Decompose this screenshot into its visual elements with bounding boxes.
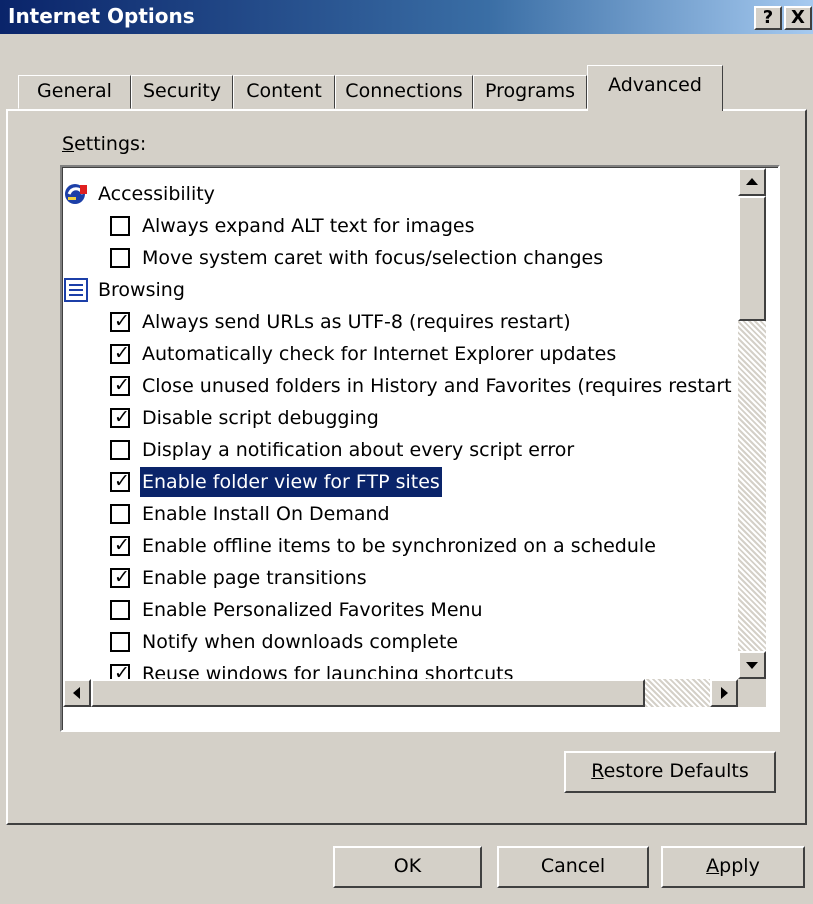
help-button[interactable]: ? bbox=[754, 6, 782, 30]
scroll-down-button[interactable] bbox=[738, 651, 766, 679]
arrow-down-icon bbox=[746, 662, 758, 669]
option-label: Enable Personalized Favorites Menu bbox=[142, 599, 483, 621]
close-button[interactable]: X bbox=[784, 6, 812, 30]
category-label: Accessibility bbox=[98, 183, 215, 205]
option-label: Always send URLs as UTF-8 (requires rest… bbox=[142, 311, 571, 333]
tab-label: Connections bbox=[345, 80, 463, 102]
checkmark-icon: ✓ bbox=[114, 534, 130, 556]
option-row[interactable]: Enable Install On Demand bbox=[62, 499, 742, 529]
arrow-right-icon bbox=[721, 687, 728, 699]
settings-label: Settings: bbox=[62, 133, 147, 155]
checkbox-folder-view-ftp[interactable]: ✓ bbox=[110, 470, 130, 492]
checkbox-page-transitions[interactable]: ✓ bbox=[110, 566, 130, 588]
vertical-scroll-thumb[interactable] bbox=[738, 196, 766, 321]
window-title: Internet Options bbox=[8, 4, 195, 28]
option-label: Enable page transitions bbox=[142, 567, 367, 589]
option-row[interactable]: ✓ Automatically check for Internet Explo… bbox=[62, 339, 742, 369]
apply-button[interactable]: Apply bbox=[661, 846, 805, 888]
option-label: Enable offline items to be synchronized … bbox=[142, 535, 656, 557]
checkbox-move-system-caret[interactable] bbox=[110, 248, 130, 268]
tab-advanced[interactable]: Advanced bbox=[587, 65, 723, 111]
tab-content[interactable]: Content bbox=[233, 75, 335, 109]
checkmark-icon: ✓ bbox=[114, 406, 130, 428]
checkbox-personalized-favorites[interactable] bbox=[110, 600, 130, 620]
arrow-left-icon bbox=[73, 687, 80, 699]
category-accessibility: Accessibility bbox=[62, 179, 742, 209]
scroll-up-button[interactable] bbox=[738, 168, 766, 196]
tab-label: Advanced bbox=[608, 74, 702, 96]
option-row[interactable]: Display a notification about every scrip… bbox=[62, 435, 742, 465]
checkbox-check-ie-updates[interactable]: ✓ bbox=[110, 342, 130, 364]
option-label: Enable Install On Demand bbox=[142, 503, 390, 525]
checkbox-send-urls-utf8[interactable]: ✓ bbox=[110, 310, 130, 332]
restore-defaults-button[interactable]: Restore Defaults bbox=[564, 751, 776, 793]
option-label: Automatically check for Internet Explore… bbox=[142, 343, 617, 365]
tab-connections[interactable]: Connections bbox=[335, 75, 473, 109]
option-row[interactable]: ✓ Always send URLs as UTF-8 (requires re… bbox=[62, 307, 742, 337]
category-label: Browsing bbox=[98, 279, 185, 301]
checkbox-script-error-notification[interactable] bbox=[110, 440, 130, 460]
option-label: Notify when downloads complete bbox=[142, 631, 459, 653]
option-label: Disable script debugging bbox=[142, 407, 379, 429]
option-label: Always expand ALT text for images bbox=[142, 215, 475, 237]
scroll-left-button[interactable] bbox=[63, 679, 91, 707]
checkmark-icon: ✓ bbox=[114, 470, 130, 492]
tab-general[interactable]: General bbox=[18, 75, 131, 109]
option-row[interactable]: ✓ Enable offline items to be synchronize… bbox=[62, 531, 742, 561]
tab-label: Content bbox=[246, 80, 322, 102]
tab-label: Programs bbox=[484, 80, 576, 102]
horizontal-scroll-thumb[interactable] bbox=[91, 679, 645, 707]
checkmark-icon: ✓ bbox=[114, 310, 130, 332]
option-label-selected: Enable folder view for FTP sites bbox=[139, 466, 443, 498]
tab-security[interactable]: Security bbox=[131, 75, 233, 109]
checkbox-always-expand-alt[interactable] bbox=[110, 216, 130, 236]
scrollbar-corner bbox=[738, 679, 766, 707]
tab-label: General bbox=[37, 80, 112, 102]
option-row[interactable]: Enable Personalized Favorites Menu bbox=[62, 595, 742, 625]
tab-programs[interactable]: Programs bbox=[473, 75, 587, 109]
checkbox-close-unused-folders[interactable]: ✓ bbox=[110, 374, 130, 396]
arrow-up-icon bbox=[746, 178, 758, 185]
checkbox-install-on-demand[interactable] bbox=[110, 504, 130, 524]
option-row[interactable]: ✓ Close unused folders in History and Fa… bbox=[62, 371, 742, 401]
cancel-button[interactable]: Cancel bbox=[497, 846, 649, 888]
accessibility-icon bbox=[65, 184, 87, 204]
category-browsing: Browsing bbox=[62, 275, 742, 305]
option-label: Display a notification about every scrip… bbox=[142, 439, 575, 461]
title-bar[interactable]: Internet Options ? X bbox=[0, 0, 813, 34]
tab-label: Security bbox=[142, 80, 222, 102]
option-row[interactable]: ✓ Disable script debugging bbox=[62, 403, 742, 433]
option-row[interactable]: Always expand ALT text for images bbox=[62, 211, 742, 241]
settings-list[interactable]: Accessibility Always expand ALT text for… bbox=[60, 165, 780, 732]
checkmark-icon: ✓ bbox=[114, 566, 130, 588]
ok-button[interactable]: OK bbox=[333, 846, 482, 888]
checkbox-offline-items-sync[interactable]: ✓ bbox=[110, 534, 130, 556]
checkmark-icon: ✓ bbox=[114, 342, 130, 364]
help-icon: ? bbox=[762, 7, 774, 28]
browsing-icon bbox=[64, 278, 88, 302]
option-row[interactable]: Move system caret with focus/selection c… bbox=[62, 243, 742, 273]
option-row[interactable]: ✓ Enable page transitions bbox=[62, 563, 742, 593]
option-label: Move system caret with focus/selection c… bbox=[142, 247, 604, 269]
checkbox-disable-script-debugging[interactable]: ✓ bbox=[110, 406, 130, 428]
option-row[interactable]: ✓ Enable folder view for FTP sites bbox=[62, 466, 742, 498]
close-icon: X bbox=[791, 7, 805, 28]
checkbox-notify-downloads[interactable] bbox=[110, 632, 130, 652]
option-row[interactable]: Notify when downloads complete bbox=[62, 627, 742, 657]
option-label: Close unused folders in History and Favo… bbox=[142, 375, 732, 397]
checkmark-icon: ✓ bbox=[114, 374, 130, 396]
scroll-right-button[interactable] bbox=[710, 679, 738, 707]
